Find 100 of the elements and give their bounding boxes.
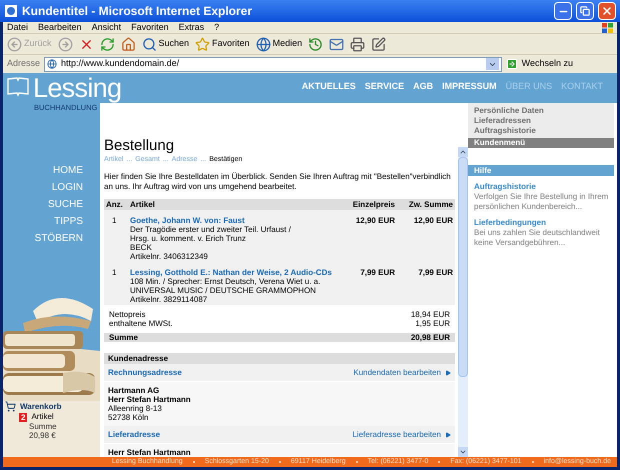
home-icon	[120, 36, 136, 52]
menu-item[interactable]: Extras	[178, 20, 204, 34]
account-link[interactable]: Lieferadressen	[474, 116, 608, 126]
total-cell-text: 7,99 EUR	[417, 268, 453, 279]
arrow-icon	[445, 370, 451, 376]
restore-icon	[580, 6, 590, 16]
address-line: Herr Stefan Hartmann	[108, 448, 192, 457]
refresh-button[interactable]	[100, 36, 115, 52]
windows-logo-icon	[602, 22, 613, 32]
menu-item[interactable]: Bearbeiten	[38, 20, 82, 34]
scroll-thumb[interactable]	[458, 157, 468, 377]
help-link[interactable]: Auftragshistorie	[474, 182, 611, 192]
article-detail: Artikelnr. 3829114087	[130, 295, 208, 304]
search-icon	[142, 36, 157, 52]
close-button[interactable]	[598, 2, 616, 20]
window-title: Kundentitel - Microsoft Internet Explorer	[22, 3, 254, 20]
menu-item[interactable]: Datei	[7, 20, 28, 34]
count-badge: 2	[19, 412, 28, 422]
intro-text: Hier finden Sie Ihre Bestelldaten im Überblick. Senden Sie Ihren Auftrag mit "Bestellen"verbindlich an uns. Ihr Auftrag wird von uns umgehend bearbeitet.	[104, 172, 452, 192]
printer-icon	[350, 36, 366, 52]
help-link[interactable]: Lieferbedingungen	[474, 218, 611, 228]
restore-button[interactable]	[576, 2, 594, 20]
total-value: 1,95 EUR	[415, 319, 450, 328]
side-nav-link[interactable]: SUCHE	[48, 199, 83, 210]
article-detail: 108 Min. / Sprecher: Ernst Deutsch, Verena Wiet u. a.	[130, 277, 322, 286]
dropdown-button[interactable]	[486, 58, 499, 70]
favorites-button[interactable]: Favoriten	[195, 36, 250, 52]
nav-link[interactable]: IMPRESSUM	[442, 80, 497, 93]
address-line: Alleenring 8-13	[108, 404, 163, 413]
address-label: Adresse	[7, 57, 40, 70]
site-logo: Lessing	[33, 73, 122, 103]
sum-value: 20,98 €	[28, 431, 57, 440]
panel-header: Hilfe	[468, 165, 614, 176]
forward-icon	[58, 36, 73, 52]
mail-button[interactable]	[329, 36, 344, 52]
total-label: enthaltene MWSt.	[109, 319, 173, 328]
history-icon	[308, 36, 324, 52]
menu-item[interactable]: Ansicht	[92, 20, 122, 34]
column-header: Anz.	[106, 200, 124, 209]
menu-item[interactable]: Favoriten	[131, 20, 169, 34]
search-button[interactable]: Suchen	[142, 36, 190, 52]
refresh-icon	[100, 36, 115, 52]
panel-header: Kundenmenü	[468, 138, 614, 148]
edit-link[interactable]: Lieferadresse bearbeiten	[352, 430, 451, 439]
star-icon	[195, 36, 210, 52]
quantity-cell-text: 1	[111, 268, 118, 279]
column-header: Einzelpreis	[352, 200, 395, 209]
article-detail: Artikelnr. 3406312349	[130, 252, 209, 261]
history-button[interactable]	[308, 36, 324, 52]
side-nav-link[interactable]: LOGIN	[52, 182, 83, 193]
article-link[interactable]: Lessing, Gotthold E.: Nathan der Weise, 2 Audio-CDs	[130, 268, 335, 277]
print-button[interactable]	[350, 36, 366, 52]
sum-label: Summe	[28, 422, 58, 431]
arrow-icon	[445, 432, 451, 438]
quantity-cell-text: 1	[111, 216, 118, 227]
article-detail: Hrsg. u. komment. v. Erich Trunz	[130, 234, 247, 243]
book-logo-icon	[7, 75, 29, 97]
nav-link[interactable]: AKTUELLES	[302, 80, 356, 93]
account-link[interactable]: Persönliche Daten	[474, 106, 608, 116]
side-nav-link[interactable]: TIPPS	[54, 216, 83, 227]
menu-item[interactable]: ?	[214, 20, 220, 34]
total-value: 18,94 EUR	[410, 310, 450, 319]
side-nav-link[interactable]: STÖBERN	[34, 233, 83, 244]
address-line: Herr Stefan Hartmann	[108, 395, 192, 404]
back-icon	[7, 36, 22, 52]
go-button[interactable]: Wechseln zu	[506, 57, 573, 71]
price-cell-text: 7,99 EUR	[359, 268, 395, 279]
scroll-up-icon	[459, 148, 467, 156]
cart-icon	[5, 401, 16, 412]
address-line: 52738 Köln	[108, 413, 150, 422]
account-link[interactable]: Auftragshistorie	[474, 126, 608, 136]
address-heading: Lieferadresse	[108, 430, 160, 439]
sum-row-label: Summe	[109, 333, 138, 342]
section-header: Kundenadresse	[104, 353, 455, 364]
edit-button[interactable]	[371, 36, 386, 52]
scroll-down-icon	[459, 448, 467, 456]
column-header: Artikel	[130, 200, 156, 209]
article-detail: BECK	[130, 243, 153, 252]
sum-row-value: 20,98 EUR	[410, 333, 450, 342]
media-button[interactable]: Medien	[256, 36, 302, 52]
nav-link[interactable]: SERVICE	[364, 80, 404, 93]
price-cell-text: 12,90 EUR	[354, 216, 395, 227]
address-line: Hartmann AG	[108, 386, 160, 395]
page-title: Bestellung	[104, 137, 176, 155]
go-icon	[506, 58, 518, 70]
mail-icon	[329, 36, 344, 52]
count-label: Artikel	[31, 412, 54, 422]
side-nav-link[interactable]: HOME	[53, 165, 83, 176]
address-heading: Rechnungsadresse	[108, 368, 182, 377]
nav-link[interactable]: AGB	[413, 80, 434, 93]
browser-icon	[4, 4, 18, 18]
cart-title[interactable]: Warenkorb	[20, 402, 62, 412]
address-field[interactable]: http://www.kundendomain.de/	[44, 56, 502, 72]
close-icon	[601, 5, 613, 17]
scrollbar[interactable]	[458, 147, 468, 457]
article-link[interactable]: Goethe, Johann W. von: Faust	[130, 216, 335, 225]
home-button[interactable]	[120, 36, 136, 52]
help-text: Bei uns zahlen Sie deutschlandweit keine Versandgebühren...	[474, 228, 601, 248]
minimize-button[interactable]	[554, 2, 572, 20]
edit-link[interactable]: Kundendaten bearbeiten	[353, 368, 451, 377]
